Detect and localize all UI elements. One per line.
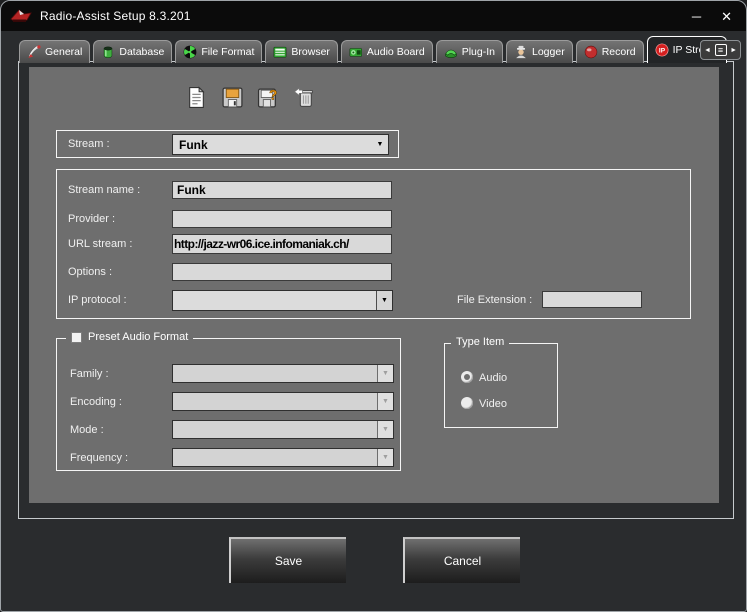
scroll-right-icon[interactable]: ►: [730, 47, 737, 54]
options-input[interactable]: [172, 263, 392, 281]
title-bar: Radio-Assist Setup 8.3.201 ─ ✕: [1, 1, 746, 31]
trash-icon[interactable]: [293, 86, 316, 109]
tab-label: Plug-In: [462, 46, 495, 58]
radio-assist-setup-window: Radio-Assist Setup 8.3.201 ─ ✕ General D…: [0, 0, 747, 612]
mode-label: Mode :: [70, 424, 104, 436]
minimize-button[interactable]: ─: [692, 10, 701, 23]
svg-text:?: ?: [269, 88, 277, 103]
tab-label: File Format: [201, 46, 254, 58]
tab-label: Audio Board: [367, 46, 425, 58]
new-document-icon[interactable]: [185, 86, 208, 109]
frequency-combobox[interactable]: ▼: [172, 448, 394, 467]
frequency-label: Frequency :: [70, 452, 128, 464]
chevron-down-icon: ▼: [377, 421, 393, 438]
provider-input[interactable]: [172, 210, 392, 228]
tab-database[interactable]: Database: [93, 40, 172, 63]
svg-text:IP: IP: [658, 48, 665, 55]
type-item-title: Type Item: [456, 336, 504, 348]
encoding-combobox[interactable]: ▼: [172, 392, 394, 411]
tab-logger[interactable]: Logger: [506, 40, 573, 63]
chevron-down-icon: ▼: [376, 291, 392, 310]
stream-name-input[interactable]: [172, 181, 392, 199]
video-radio-label: Video: [479, 398, 507, 410]
record-icon: [584, 45, 598, 59]
window-title: Radio-Assist Setup 8.3.201: [40, 9, 191, 23]
cancel-button[interactable]: Cancel: [403, 537, 520, 583]
stream-toolbar: ?: [185, 86, 316, 109]
tab-bar: General Database File Format: [19, 36, 727, 63]
preset-audio-format-title: Preset Audio Format: [88, 331, 188, 343]
tab-label: Record: [602, 46, 636, 58]
chevron-down-icon: ▼: [372, 135, 388, 154]
file-extension-label: File Extension :: [457, 294, 532, 306]
audio-radio-label: Audio: [479, 372, 507, 384]
stream-combobox-value: Funk: [173, 135, 372, 154]
options-label: Options :: [68, 266, 112, 278]
plug-in-icon: [444, 45, 458, 59]
tab-menu-icon[interactable]: ≡: [715, 44, 727, 56]
type-item-group: Type Item Audio Video: [444, 343, 558, 428]
family-value: [173, 365, 377, 382]
url-stream-input[interactable]: [172, 234, 392, 254]
family-label: Family :: [70, 368, 109, 380]
chevron-down-icon: ▼: [377, 449, 393, 466]
database-icon: [101, 45, 115, 59]
file-extension-input[interactable]: [542, 291, 642, 308]
encoding-label: Encoding :: [70, 396, 122, 408]
encoding-value: [173, 393, 377, 410]
preset-audio-format-legend: Preset Audio Format: [66, 331, 193, 343]
tab-record[interactable]: Record: [576, 40, 644, 63]
ip-protocol-combobox[interactable]: ▼: [172, 290, 393, 311]
preset-audio-format-group: Preset Audio Format Family : ▼ Encoding …: [56, 338, 401, 471]
tab-label: Logger: [532, 46, 565, 58]
logger-icon: [514, 45, 528, 59]
stream-fields-box: Stream name : Provider : URL stream : Op…: [56, 169, 691, 319]
tab-label: Database: [119, 46, 164, 58]
stream-name-label: Stream name :: [68, 184, 140, 196]
frequency-value: [173, 449, 377, 466]
chevron-down-icon: ▼: [377, 365, 393, 382]
mode-combobox[interactable]: ▼: [172, 420, 394, 439]
type-item-legend: Type Item: [451, 336, 509, 348]
window-controls: ─ ✕: [692, 10, 732, 23]
audio-radio[interactable]: [461, 371, 473, 383]
tab-scroller: ◄ ≡ ►: [700, 40, 741, 60]
ip-protocol-value: [173, 291, 376, 310]
tab-file-format[interactable]: File Format: [175, 40, 262, 63]
tab-label: General: [45, 46, 82, 58]
preset-audio-format-checkbox[interactable]: [71, 332, 82, 343]
mode-value: [173, 421, 377, 438]
stream-label: Stream :: [68, 138, 110, 150]
family-combobox[interactable]: ▼: [172, 364, 394, 383]
general-icon: [27, 45, 41, 59]
tab-audio-board[interactable]: Audio Board: [341, 40, 433, 63]
ip-protocol-label: IP protocol :: [68, 294, 127, 306]
floppy-question-icon[interactable]: ?: [257, 86, 280, 109]
video-radio[interactable]: [461, 397, 473, 409]
stream-combobox[interactable]: Funk ▼: [172, 134, 389, 155]
scroll-left-icon[interactable]: ◄: [704, 47, 711, 54]
url-stream-label: URL stream :: [68, 238, 132, 250]
file-format-icon: [183, 45, 197, 59]
tab-browser[interactable]: Browser: [265, 40, 338, 63]
ip-stream-icon: IP: [655, 43, 669, 57]
close-button[interactable]: ✕: [721, 10, 732, 23]
tab-label: Browser: [291, 46, 330, 58]
tab-general[interactable]: General: [19, 40, 90, 63]
tab-plug-in[interactable]: Plug-In: [436, 40, 503, 63]
app-icon: [9, 7, 33, 25]
stream-selector-box: Stream : Funk ▼: [56, 130, 399, 158]
provider-label: Provider :: [68, 213, 115, 225]
content-panel: ? Stream : Funk ▼ Stream name : Provider…: [29, 67, 719, 503]
chevron-down-icon: ▼: [377, 393, 393, 410]
floppy-icon[interactable]: [221, 86, 244, 109]
audio-board-icon: [349, 45, 363, 59]
browser-icon: [273, 45, 287, 59]
save-button[interactable]: Save: [229, 537, 346, 583]
